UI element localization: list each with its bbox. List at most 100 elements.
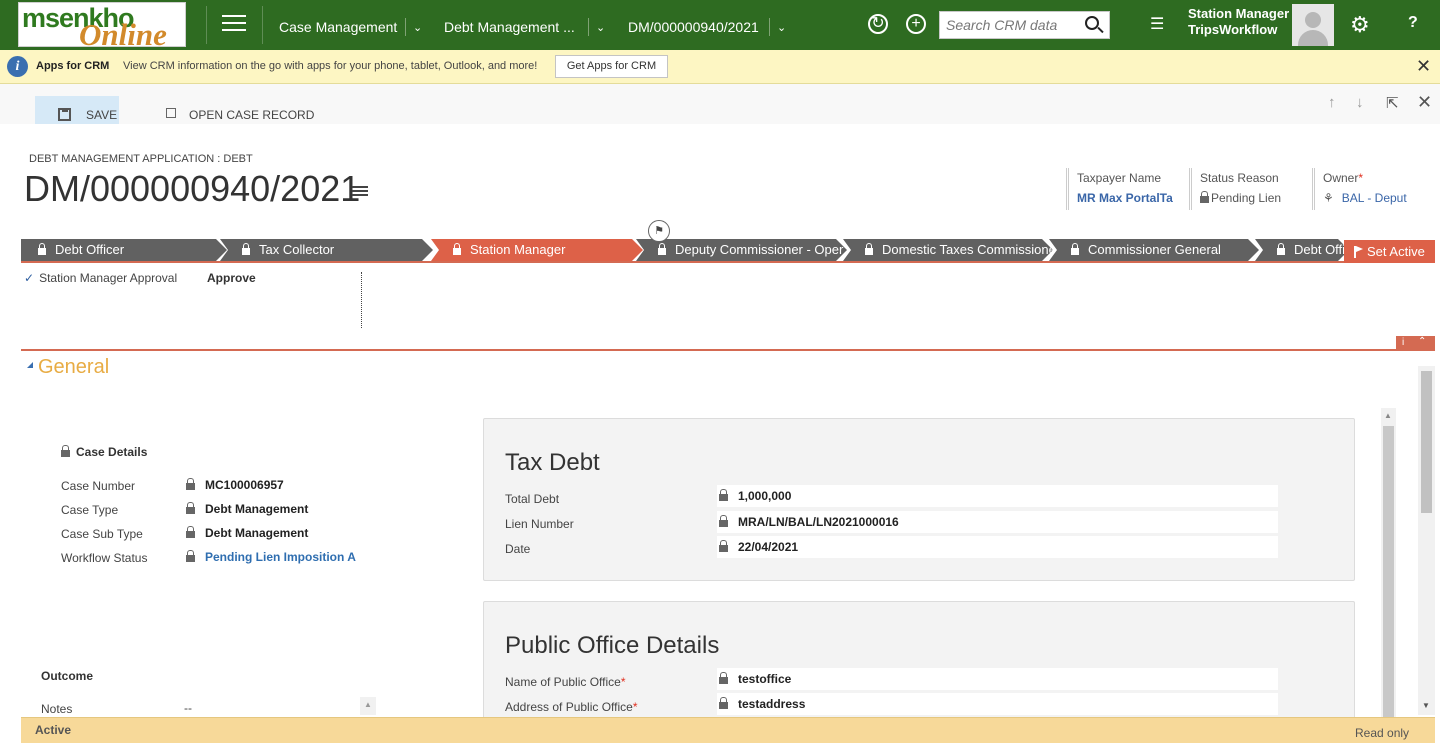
stage-deputy-commissioner[interactable]: Deputy Commissioner - Oper xyxy=(636,239,847,261)
stage-debt-officer[interactable]: Debt Officer xyxy=(21,239,227,261)
stage-tax-collector[interactable]: Tax Collector xyxy=(220,239,433,261)
list-item: Case Type Debt Management xyxy=(61,502,381,523)
process-step-value[interactable]: Approve xyxy=(207,271,256,285)
header-field-label: Owner xyxy=(1323,171,1359,185)
form-selector-icon[interactable] xyxy=(352,186,368,198)
header-field-status: Status Reason Pending Lien xyxy=(1200,171,1300,205)
search-icon[interactable] xyxy=(1085,16,1099,30)
notes-value[interactable]: -- xyxy=(184,701,192,715)
owner-link[interactable]: BAL - Deput xyxy=(1342,191,1407,205)
case-sub-type-value: Debt Management xyxy=(205,526,309,540)
info-icon[interactable]: i xyxy=(1402,336,1404,349)
nav-divider xyxy=(262,6,263,44)
lock-icon xyxy=(719,515,728,527)
lock-icon xyxy=(719,697,728,709)
case-details-title: Case Details xyxy=(76,445,148,459)
chevron-down-icon[interactable]: ⌄ xyxy=(777,21,786,34)
workflow-status-link[interactable]: Pending Lien Imposition A xyxy=(205,550,356,564)
header-field-owner: Owner* ⚘ BAL - Deput xyxy=(1323,171,1407,205)
user-role: Station Manager xyxy=(1188,6,1290,21)
popout-icon[interactable]: ⇱ xyxy=(1386,94,1399,112)
stage-debt-officer-final[interactable]: Debt Offi xyxy=(1255,239,1349,261)
stage-label: Station Manager xyxy=(470,242,566,257)
close-icon[interactable]: ✕ xyxy=(1416,56,1431,77)
create-new-icon[interactable]: + xyxy=(906,14,926,34)
avatar[interactable] xyxy=(1292,4,1334,46)
save-button[interactable]: SAVE xyxy=(35,96,119,124)
nav-item-record[interactable]: DM/000000940/2021 xyxy=(628,19,759,35)
field-label: Total Debt xyxy=(505,492,560,506)
user-name: TripsWorkflow xyxy=(1188,22,1278,37)
header-divider xyxy=(1312,168,1315,210)
expand-collapse-icon[interactable] xyxy=(27,362,33,368)
arrow-up-icon[interactable]: ↑ xyxy=(1328,94,1336,111)
page-scrollbar[interactable]: ▼ xyxy=(1418,366,1435,715)
stage-commissioner-general[interactable]: Commissioner General xyxy=(1049,239,1259,261)
process-bar: Debt Officer Tax Collector Station Manag… xyxy=(21,239,1435,263)
lock-icon xyxy=(1200,191,1209,203)
lock-icon xyxy=(186,478,195,490)
set-active-button[interactable]: Set Active xyxy=(1344,240,1435,263)
advanced-find-icon[interactable]: ☰ xyxy=(1150,14,1164,34)
lien-number-field: MRA/LN/BAL/LN2021000016 xyxy=(717,511,1278,533)
arrow-down-icon[interactable]: ↓ xyxy=(1356,94,1364,111)
flag-icon: ⚑ xyxy=(648,220,670,242)
field-label: Address of Public Office* xyxy=(505,700,638,714)
public-office-address-field: testaddress xyxy=(717,693,1278,715)
search-input[interactable] xyxy=(946,16,1076,34)
record-status: Active xyxy=(35,723,72,737)
section-header[interactable]: General xyxy=(27,356,109,379)
close-record-icon[interactable]: ✕ xyxy=(1417,92,1432,113)
notification-message: View CRM information on the go with apps… xyxy=(123,60,538,72)
stage-domestic-taxes-commissioner[interactable]: Domestic Taxes Commissione xyxy=(843,239,1053,261)
nav-item-debt-management[interactable]: Debt Management ... xyxy=(444,19,575,35)
hamburger-menu-icon[interactable] xyxy=(222,15,246,35)
public-office-name-field: testoffice xyxy=(717,668,1278,690)
scrollbar-thumb[interactable] xyxy=(1421,371,1432,513)
chevron-down-icon[interactable]: ⌄ xyxy=(596,21,605,34)
lien-number-value: MRA/LN/BAL/LN2021000016 xyxy=(738,515,899,529)
notification-bar: i Apps for CRM View CRM information on t… xyxy=(0,50,1440,84)
dotted-divider xyxy=(361,272,362,328)
chevron-down-icon[interactable]: ⌄ xyxy=(413,21,422,34)
total-debt-field: 1,000,000 xyxy=(717,485,1278,507)
collapse-icon[interactable]: ⌃ xyxy=(1418,335,1426,348)
gear-icon[interactable]: ⚙ xyxy=(1350,12,1370,38)
notes-label: Notes xyxy=(41,702,73,716)
search-box[interactable] xyxy=(939,11,1110,39)
stage-station-manager[interactable]: Station Manager xyxy=(431,239,643,261)
header-divider xyxy=(1189,168,1192,210)
help-icon[interactable]: ? xyxy=(1408,14,1418,32)
recent-history-icon[interactable]: ↻ xyxy=(868,14,888,34)
taxpayer-link[interactable]: MR Max PortalTa xyxy=(1077,191,1183,205)
case-type-value: Debt Management xyxy=(205,502,309,516)
lock-icon xyxy=(61,445,70,457)
lock-icon xyxy=(719,540,728,552)
inner-scrollbar[interactable]: ▲ xyxy=(1381,408,1396,717)
lock-icon xyxy=(658,248,666,255)
field-label: Name of Public Office* xyxy=(505,675,626,689)
public-office-card: Public Office Details Name of Public Off… xyxy=(483,601,1355,719)
tax-debt-title: Tax Debt xyxy=(505,449,600,476)
stage-label: Debt Officer xyxy=(55,242,125,257)
header-field-taxpayer: Taxpayer Name MR Max PortalTa xyxy=(1077,171,1183,205)
nav-item-case-management[interactable]: Case Management xyxy=(279,19,397,35)
logo-text-secondary: Online xyxy=(79,17,167,47)
status-reason-value: Pending Lien xyxy=(1211,191,1282,205)
list-item: Case Number MC100006957 xyxy=(61,478,381,499)
get-apps-button[interactable]: Get Apps for CRM xyxy=(555,55,668,78)
public-office-title: Public Office Details xyxy=(505,632,720,659)
notes-scroll-up-icon[interactable]: ▲ xyxy=(360,697,376,715)
open-case-record-button[interactable]: OPEN CASE RECORD xyxy=(166,108,314,122)
app-logo[interactable]: msenkho Online xyxy=(18,2,186,47)
process-step: ✓ Station Manager Approval xyxy=(24,271,177,285)
scroll-up-icon[interactable]: ▲ xyxy=(1384,411,1392,420)
public-office-name-value: testoffice xyxy=(738,672,792,686)
info-icon: i xyxy=(7,56,28,77)
scrollbar-thumb[interactable] xyxy=(1383,426,1394,717)
scroll-down-icon[interactable]: ▼ xyxy=(1422,701,1430,710)
lock-icon xyxy=(453,248,461,255)
field-label: Lien Number xyxy=(505,517,574,531)
user-info[interactable]: Station Manager TripsWorkflow xyxy=(1188,6,1289,38)
stage-label: Debt Offi xyxy=(1294,242,1346,257)
